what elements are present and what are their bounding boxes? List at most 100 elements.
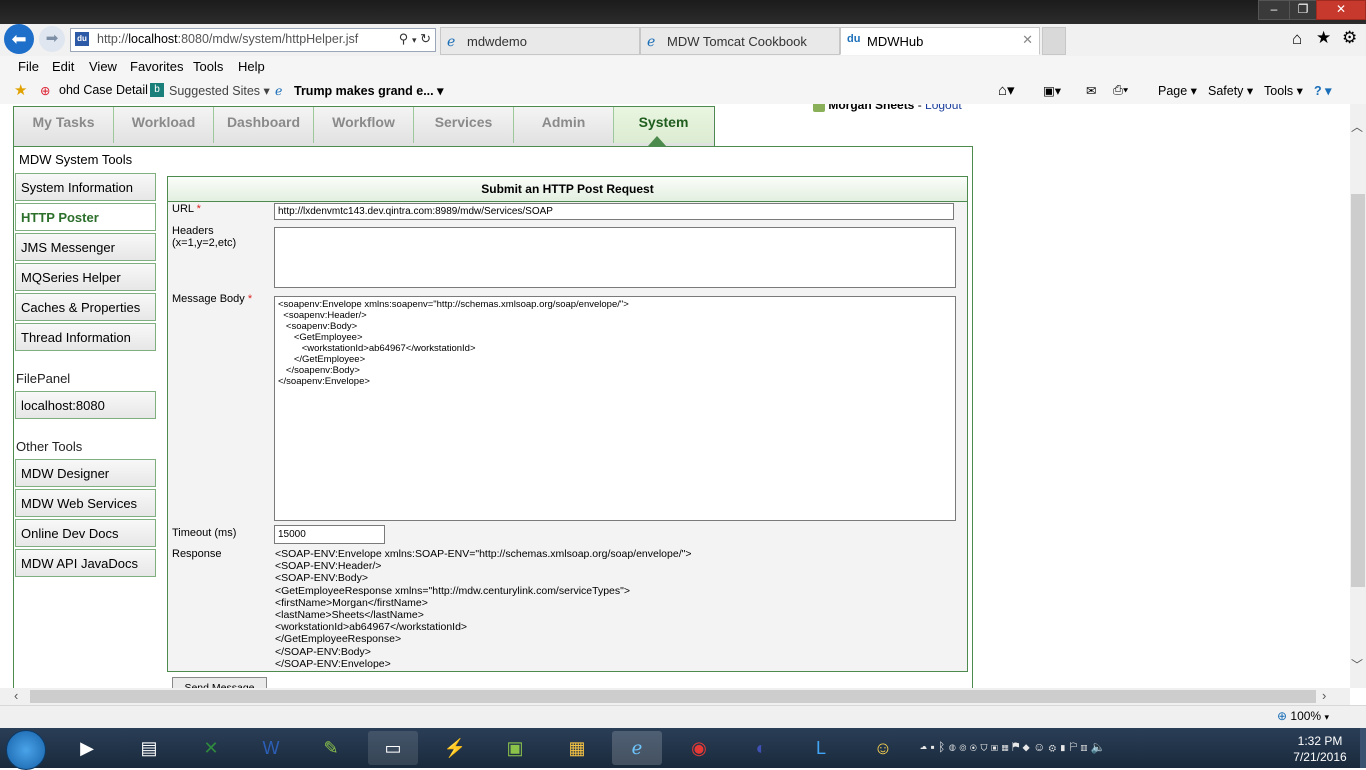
feeds-icon[interactable]: ▣▾ xyxy=(1043,83,1061,98)
sidebar-item-mqseries-helper[interactable]: MQSeries Helper xyxy=(15,263,156,291)
tray-chrome-icon[interactable]: ◎ xyxy=(959,740,966,754)
print-icon[interactable]: ⎙▾ xyxy=(1113,83,1128,98)
menu-view[interactable]: View xyxy=(89,59,117,74)
sidebar-item-jms-messenger[interactable]: JMS Messenger xyxy=(15,233,156,261)
address-bar[interactable]: du http://localhost:8080/mdw/system/http… xyxy=(70,28,436,52)
tab-label: MDWHub xyxy=(867,34,924,49)
tray-security-icon[interactable]: ◉ xyxy=(970,740,977,754)
back-button[interactable]: ⬅ xyxy=(4,24,34,54)
site-favicon-icon: du xyxy=(75,32,89,46)
chrome-icon[interactable]: ◉ xyxy=(674,731,724,765)
tray-flag-icon[interactable]: ⚑ xyxy=(1012,740,1019,754)
maximize-button[interactable]: ❐ xyxy=(1289,0,1317,20)
tray-network-icon[interactable]: ☁ xyxy=(920,740,927,754)
scroll-right-icon[interactable]: › xyxy=(1322,688,1326,703)
presentation-app-icon[interactable]: ▤ xyxy=(124,731,174,765)
tray-update-icon[interactable]: ◆ xyxy=(1023,740,1030,754)
tray-display-icon[interactable]: ▪ xyxy=(931,740,935,754)
show-desktop-button[interactable] xyxy=(1360,728,1366,768)
sidebar-item-localhost[interactable]: localhost:8080 xyxy=(15,391,156,419)
favorites-star-icon[interactable]: ★ xyxy=(1316,28,1331,48)
scroll-left-icon[interactable]: ‹ xyxy=(14,688,18,703)
home-icon[interactable]: ⌂ xyxy=(1292,29,1302,49)
network-tool-icon[interactable]: ⚡ xyxy=(430,731,480,765)
command-prompt-icon[interactable]: ▭ xyxy=(368,731,418,765)
sidebar-item-mdw-designer[interactable]: MDW Designer xyxy=(15,459,156,487)
tray-sync-icon[interactable]: ◍ xyxy=(949,740,956,754)
lync-icon[interactable]: L xyxy=(796,731,846,765)
tray-shield-icon[interactable]: ⛉ xyxy=(980,740,987,754)
ie-icon: ℯ xyxy=(447,33,456,49)
tray-app-icon[interactable]: ▣ xyxy=(991,740,998,754)
favorite-news-link[interactable]: Trump makes grand e... ▾ xyxy=(294,83,443,98)
page-menu[interactable]: Page ▾ xyxy=(1158,83,1197,98)
scroll-up-icon[interactable]: ︿ xyxy=(1351,118,1363,135)
excel-icon[interactable]: ✕ xyxy=(186,731,236,765)
chevron-down-icon: ▾ xyxy=(1324,712,1329,722)
sidebar-item-mdw-api-javadocs[interactable]: MDW API JavaDocs xyxy=(15,549,156,577)
timeout-input[interactable] xyxy=(274,525,385,544)
tray-signal-icon[interactable]: ▥ xyxy=(1080,740,1087,754)
notepad-icon[interactable]: ✎ xyxy=(306,731,356,765)
messenger-icon[interactable]: ☺ xyxy=(858,731,908,765)
taskbar-clock[interactable]: 1:32 PM 7/21/2016 xyxy=(1280,733,1360,765)
file-explorer-icon[interactable]: ▦ xyxy=(552,731,602,765)
sidebar-item-online-dev-docs[interactable]: Online Dev Docs xyxy=(15,519,156,547)
internet-explorer-icon[interactable]: ℯ xyxy=(612,731,662,765)
browser-tab-cookbook[interactable]: ℯ MDW Tomcat Cookbook xyxy=(640,27,840,55)
forward-button[interactable]: ➡ xyxy=(39,26,65,52)
headers-textarea[interactable] xyxy=(274,227,956,288)
sidebar-item-system-information[interactable]: System Information xyxy=(15,173,156,201)
browser-tab-mdwhub[interactable]: du MDWHub ✕ xyxy=(840,27,1040,55)
browser-tab-mdwdemo[interactable]: ℯ mdwdemo xyxy=(440,27,640,55)
send-message-button[interactable]: Send Message xyxy=(172,677,267,688)
home-cmd-icon[interactable]: ⌂▾ xyxy=(998,81,1015,99)
mail-icon[interactable]: ✉ xyxy=(1086,83,1096,98)
favorite-ohd-case-detail[interactable]: ohd Case Detail xyxy=(59,83,148,97)
menu-help[interactable]: Help xyxy=(238,59,265,74)
refresh-icon[interactable]: ↻ xyxy=(420,31,431,46)
help-menu[interactable]: ? ▾ xyxy=(1314,83,1331,98)
zoom-control[interactable]: ⊕ 100% ▾ xyxy=(1277,709,1329,723)
new-tab-button[interactable] xyxy=(1042,27,1066,55)
minimize-button[interactable]: – xyxy=(1258,0,1290,20)
tray-device-icon[interactable]: ▮ xyxy=(1059,740,1066,754)
menu-edit[interactable]: Edit xyxy=(52,59,74,74)
close-window-button[interactable]: ✕ xyxy=(1316,0,1366,20)
close-tab-icon[interactable]: ✕ xyxy=(1022,32,1033,48)
dropdown-icon[interactable]: ▾ xyxy=(412,35,417,45)
tray-box-icon[interactable]: ▦ xyxy=(1001,740,1008,754)
sidebar-item-mdw-web-services[interactable]: MDW Web Services xyxy=(15,489,156,517)
menu-favorites[interactable]: Favorites xyxy=(130,59,183,74)
safety-menu[interactable]: Safety ▾ xyxy=(1208,83,1253,98)
sidebar-item-thread-information[interactable]: Thread Information xyxy=(15,323,156,351)
settings-gear-icon[interactable]: ⚙ xyxy=(1342,28,1357,48)
url-input[interactable] xyxy=(274,203,954,220)
clock-time: 1:32 PM xyxy=(1297,734,1343,748)
vertical-scroll-thumb[interactable] xyxy=(1351,194,1365,587)
message-body-textarea[interactable]: <soapenv:Envelope xmlns:soapenv="http://… xyxy=(274,296,956,521)
media-center-icon[interactable]: ▣ xyxy=(490,731,540,765)
start-button[interactable] xyxy=(6,730,46,770)
tray-smile-icon[interactable]: ☺ xyxy=(1033,740,1045,754)
sidebar-item-http-poster[interactable]: HTTP Poster xyxy=(15,203,156,231)
tray-settings-icon[interactable]: ⚙ xyxy=(1049,740,1056,754)
eclipse-icon[interactable]: ◐ xyxy=(736,731,786,765)
headers-label: Headers (x=1,y=2,etc) xyxy=(172,225,237,249)
address-text[interactable]: http://localhost:8080/mdw/system/httpHel… xyxy=(97,32,358,46)
menu-file[interactable]: File xyxy=(18,59,39,74)
word-icon[interactable]: W xyxy=(246,731,296,765)
menu-tools[interactable]: Tools xyxy=(193,59,223,74)
favorite-suggested-sites[interactable]: Suggested Sites ▾ xyxy=(169,83,270,98)
required-marker: * xyxy=(247,293,253,305)
favorites-star-add-icon[interactable]: ★ xyxy=(14,81,27,99)
media-player-icon[interactable]: ▶ xyxy=(62,731,112,765)
tray-action-center-icon[interactable]: ⚐ xyxy=(1070,740,1077,754)
tray-bluetooth-icon[interactable]: ᛒ xyxy=(938,740,945,754)
tools-menu[interactable]: Tools ▾ xyxy=(1264,83,1303,98)
scroll-down-icon[interactable]: ﹀ xyxy=(1351,656,1363,673)
sidebar-item-caches-properties[interactable]: Caches & Properties xyxy=(15,293,156,321)
horizontal-scroll-thumb[interactable] xyxy=(30,690,1316,703)
tray-volume-icon[interactable]: 🔈 xyxy=(1091,740,1106,754)
search-icon[interactable]: ⚲ xyxy=(399,31,409,46)
